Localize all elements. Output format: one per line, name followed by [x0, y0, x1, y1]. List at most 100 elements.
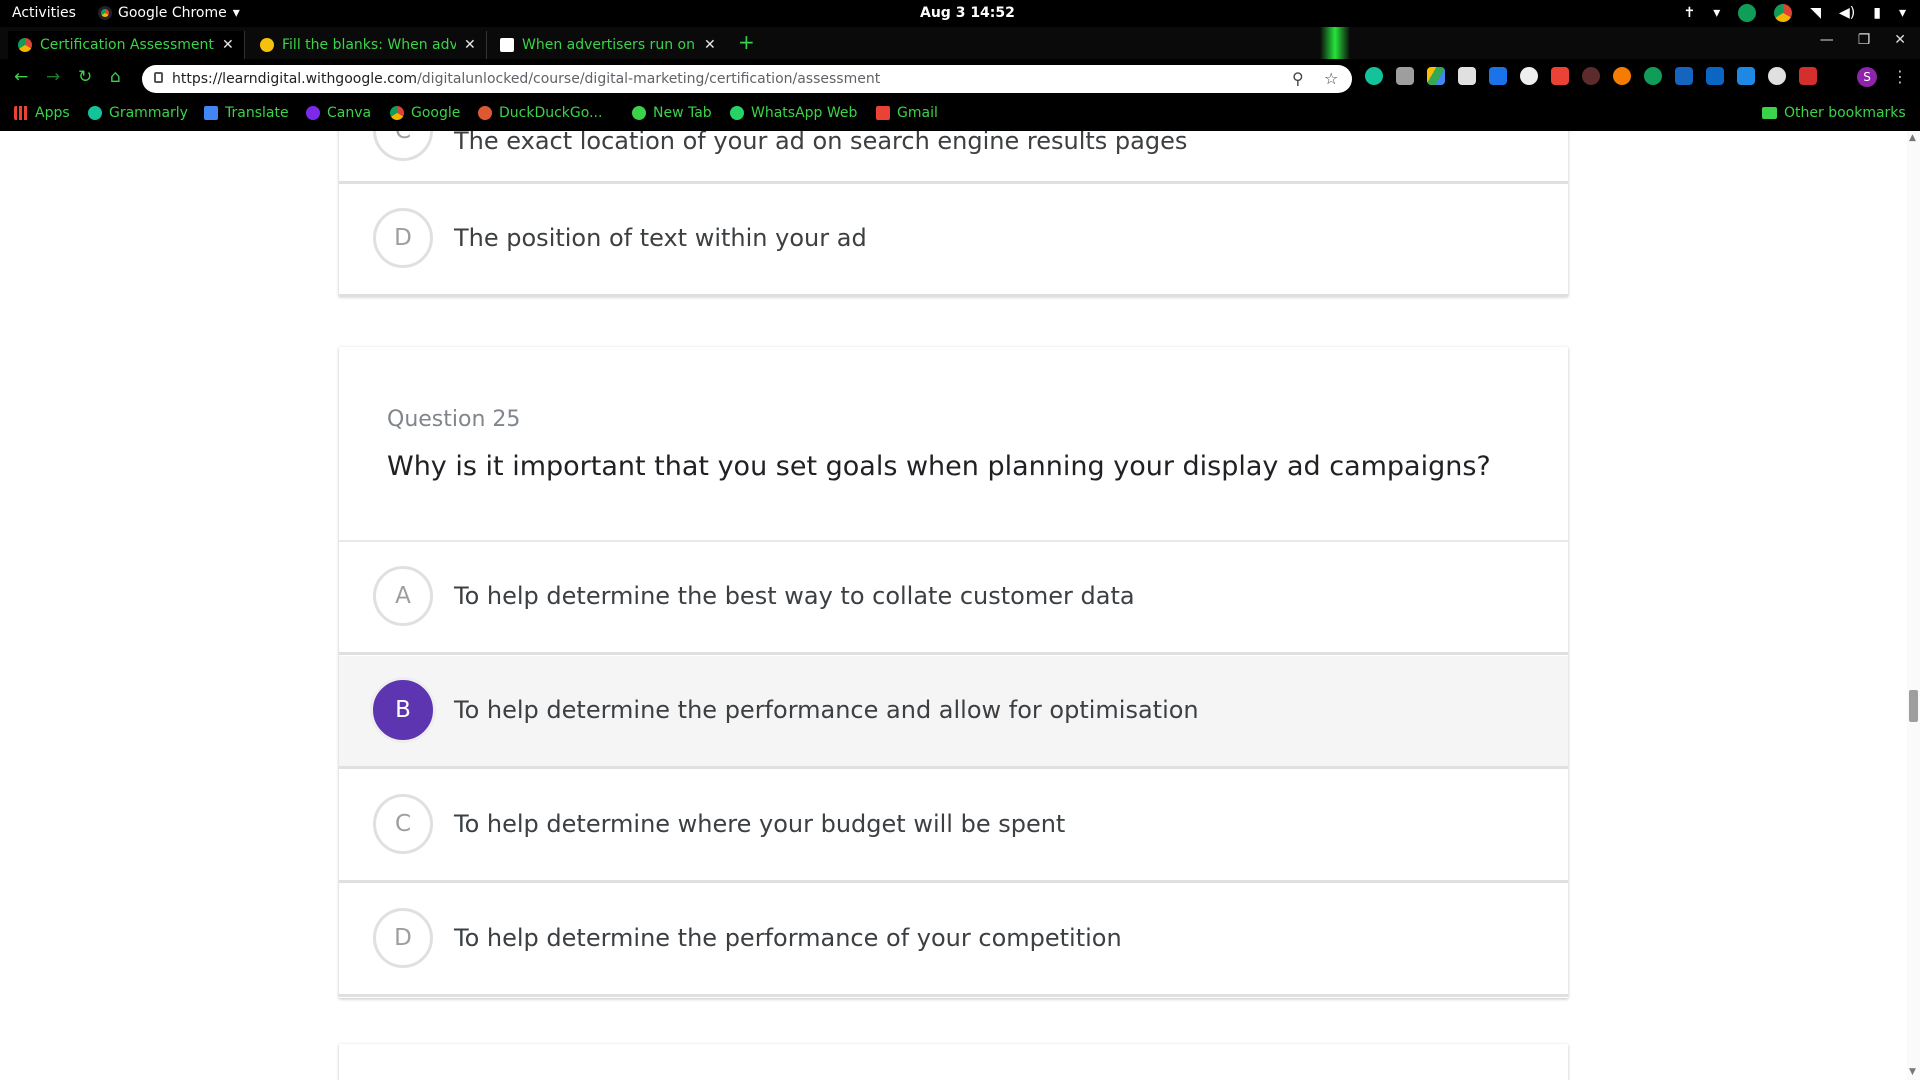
address-bar[interactable]: https://learndigital.withgoogle.com/digi… — [142, 65, 1352, 93]
k-extension-icon[interactable] — [1582, 67, 1600, 85]
previous-question-card: C The exact location of your ad on searc… — [339, 131, 1568, 297]
dot-extension-icon[interactable] — [1768, 67, 1786, 85]
option-letter-badge: C — [373, 794, 433, 854]
mail-extension-icon[interactable] — [1458, 67, 1476, 85]
tab-certification-assessment[interactable]: Certification Assessment ✕ — [8, 31, 245, 59]
app-menu[interactable]: Google Chrome ▾ — [98, 5, 240, 21]
bookmark-label: DuckDuckGo... — [499, 105, 603, 121]
scroll-up-icon[interactable]: ▲ — [1909, 133, 1916, 143]
close-window-icon[interactable]: ✕ — [1894, 32, 1906, 48]
option-b-selected[interactable]: B To help determine the performance and … — [339, 656, 1568, 769]
option-c-partial[interactable]: C The exact location of your ad on searc… — [339, 131, 1568, 184]
system-tray[interactable]: ✝ ▾ ◥ ◀) ▮ ▾ — [1683, 4, 1906, 22]
bookmark-google[interactable]: Google — [390, 105, 460, 121]
chrome-tray-icon[interactable] — [1774, 4, 1793, 22]
zoom-icon[interactable]: ⚲ — [1292, 69, 1304, 88]
drive-extension-icon[interactable] — [1427, 67, 1445, 85]
back-icon[interactable]: ← — [14, 67, 28, 87]
close-tab-icon[interactable]: ✕ — [704, 37, 716, 53]
bookmark-label: Google — [411, 105, 461, 121]
chrome-menu-icon[interactable]: ⋮ — [1892, 67, 1908, 86]
bookmark-whatsapp[interactable]: WhatsApp Web — [730, 105, 857, 121]
activities-button[interactable]: Activities — [12, 5, 76, 21]
b-extension-icon[interactable] — [1613, 67, 1631, 85]
close-tab-icon[interactable]: ✕ — [222, 37, 234, 53]
apps-grid-icon — [14, 106, 28, 120]
forward-icon[interactable]: → — [46, 67, 60, 87]
wifi-icon[interactable]: ◥ — [1810, 5, 1821, 21]
gmail-icon — [876, 106, 890, 120]
app-menu-label: Google Chrome — [118, 5, 227, 21]
chat-extension-icon[interactable] — [1644, 67, 1662, 85]
system-top-bar: Activities Google Chrome ▾ Aug 3 14:52 ✝… — [0, 0, 1920, 27]
page-scrollbar[interactable]: ▲ ▼ — [1907, 131, 1920, 1080]
keep-extension-icon[interactable] — [1396, 67, 1414, 85]
bookmark-duckduckgo[interactable]: DuckDuckGo... — [478, 105, 602, 121]
option-a[interactable]: A To help determine the best way to coll… — [339, 542, 1568, 655]
scrollbar-thumb[interactable] — [1909, 690, 1918, 722]
bookmark-translate[interactable]: Translate — [204, 105, 289, 121]
toolbar: ← → ↻ ⌂ https://learndigital.withgoogle.… — [0, 59, 1920, 97]
bookmark-label: WhatsApp Web — [751, 105, 858, 121]
youtube-extension-icon[interactable] — [1799, 67, 1817, 85]
battery-icon[interactable]: ▮ — [1873, 5, 1881, 21]
clock[interactable]: Aug 3 14:52 — [920, 5, 1015, 21]
page-content: C The exact location of your ad on searc… — [0, 131, 1920, 1080]
tab-fill-the-blanks[interactable]: Fill the blanks: When adv ✕ — [250, 31, 487, 59]
tab-title: Certification Assessment — [40, 37, 214, 53]
new-tab-icon — [632, 106, 646, 120]
option-text: The position of text within your ad — [454, 224, 867, 252]
bookmark-grammarly[interactable]: Grammarly — [88, 105, 188, 121]
new-tab-button[interactable]: + — [738, 30, 755, 54]
theme-decoration — [1320, 27, 1350, 59]
question-header: Question 25 Why is it important that you… — [339, 347, 1568, 542]
profile-avatar[interactable]: S — [1857, 67, 1877, 87]
s-extension-icon[interactable] — [1675, 67, 1693, 85]
option-d[interactable]: D To help determine the performance of y… — [339, 884, 1568, 997]
reload-icon[interactable]: ↻ — [78, 67, 92, 87]
close-tab-icon[interactable]: ✕ — [464, 37, 476, 53]
canva-icon — [306, 106, 320, 120]
bookmark-star-icon[interactable]: ☆ — [1324, 69, 1338, 88]
caret-down-icon: ▾ — [232, 5, 240, 21]
bookmark-apps[interactable]: Apps — [14, 105, 70, 121]
extensions-row — [1365, 67, 1817, 85]
tab-when-advertisers[interactable]: When advertisers run onl ✕ — [490, 31, 726, 59]
lock-icon[interactable] — [154, 72, 163, 83]
bookmark-label: Translate — [225, 105, 289, 121]
option-text: To help determine the performance of you… — [454, 924, 1122, 952]
folder-icon — [1762, 107, 1777, 119]
translate-icon — [204, 106, 218, 120]
question-number: Question 25 — [387, 407, 521, 432]
clock-extension-icon[interactable] — [1520, 67, 1538, 85]
triangle-extension-icon[interactable] — [1737, 67, 1755, 85]
option-c[interactable]: C To help determine where your budget wi… — [339, 770, 1568, 883]
volume-icon[interactable]: ◀) — [1839, 5, 1855, 21]
grammarly-extension-icon[interactable] — [1365, 67, 1383, 85]
grammarly-tray-icon[interactable] — [1738, 4, 1757, 22]
bookmark-label: Other bookmarks — [1784, 105, 1906, 121]
option-text: The exact location of your ad on search … — [454, 131, 1188, 155]
restore-icon[interactable]: ❐ — [1858, 32, 1871, 48]
bookmark-new-tab[interactable]: New Tab — [632, 105, 712, 121]
gmail-extension-icon[interactable] — [1551, 67, 1569, 85]
window-controls: — ❐ ✕ — [1820, 32, 1906, 48]
other-bookmarks[interactable]: Other bookmarks — [1762, 105, 1906, 121]
question-card: Question 25 Why is it important that you… — [339, 347, 1568, 998]
linkedin-extension-icon[interactable] — [1706, 67, 1724, 85]
accessibility-icon[interactable]: ✝ — [1683, 5, 1695, 21]
duckduckgo-icon — [478, 106, 492, 120]
caret-down-icon[interactable]: ▾ — [1899, 5, 1906, 21]
brainly-favicon-icon — [500, 38, 514, 52]
caret-down-icon[interactable]: ▾ — [1713, 5, 1720, 21]
home-icon[interactable]: ⌂ — [110, 67, 121, 87]
bookmark-gmail[interactable]: Gmail — [876, 105, 938, 121]
screen-extension-icon[interactable] — [1489, 67, 1507, 85]
bookmark-label: New Tab — [653, 105, 712, 121]
option-letter-badge: B — [373, 680, 433, 740]
minimize-icon[interactable]: — — [1820, 32, 1834, 48]
url-host: https://learndigital.withgoogle.com — [172, 71, 418, 87]
bookmark-canva[interactable]: Canva — [306, 105, 371, 121]
scroll-down-icon[interactable]: ▼ — [1909, 1067, 1916, 1077]
option-d[interactable]: D The position of text within your ad — [339, 184, 1568, 297]
